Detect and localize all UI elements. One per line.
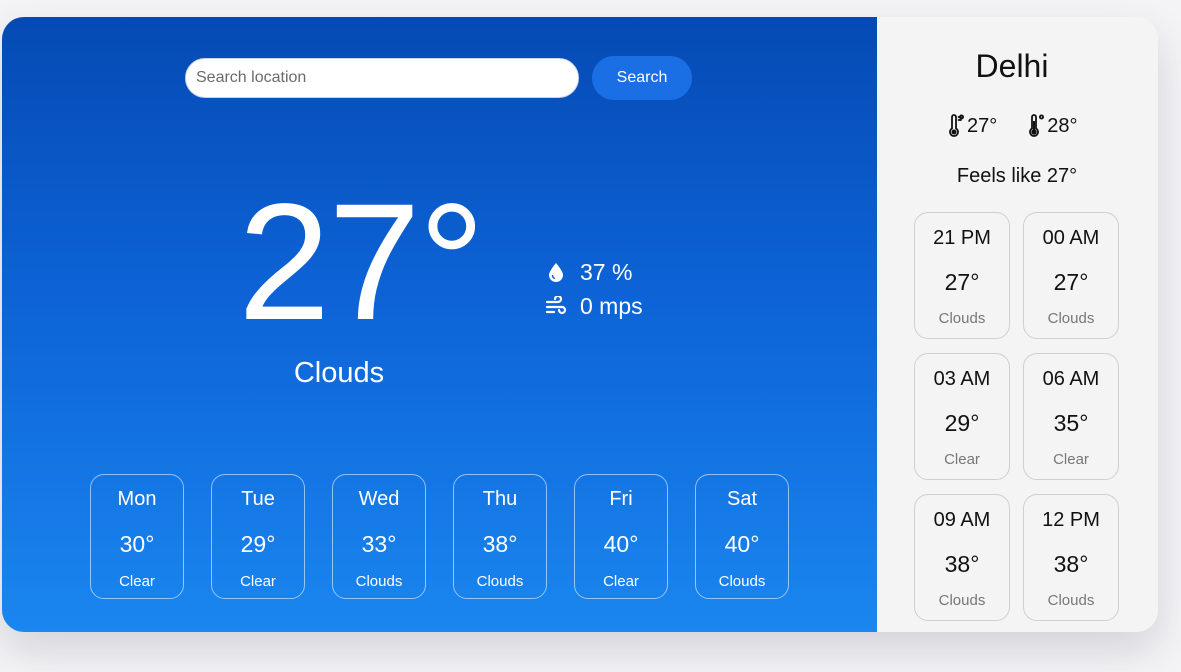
day-card: Sat 40° Clouds xyxy=(695,474,789,599)
hour-time: 03 AM xyxy=(933,368,991,390)
hourly-forecast: 21 PM 27° Clouds 00 AM 27° Clouds 03 AM … xyxy=(914,212,1119,621)
hour-card: 12 PM 38° Clouds xyxy=(1023,494,1119,621)
hour-time: 00 AM xyxy=(1042,227,1100,249)
max-temp: 28° xyxy=(1027,114,1078,138)
daily-forecast: Mon 30° Clear Tue 29° Clear Wed 33° Clou… xyxy=(90,474,789,599)
hour-condition: Clouds xyxy=(938,310,986,327)
wind-stat: 0 mps xyxy=(545,289,643,323)
day-condition: Clear xyxy=(119,573,155,590)
wind-icon xyxy=(545,295,567,317)
humidity-value: 37 % xyxy=(580,258,633,285)
hour-time: 21 PM xyxy=(933,227,991,249)
day-name: Tue xyxy=(241,488,275,510)
day-temp: 40° xyxy=(603,531,639,557)
day-temp: 40° xyxy=(724,531,760,557)
current-stats: 37 % 0 mps xyxy=(545,255,643,323)
sidebar-panel: Delhi 27° 28° Feels like 27° 21 PM 27° C… xyxy=(877,17,1158,632)
day-card: Wed 33° Clouds xyxy=(332,474,426,599)
day-condition: Clear xyxy=(240,573,276,590)
hour-condition: Clouds xyxy=(938,592,986,609)
hour-card: 21 PM 27° Clouds xyxy=(914,212,1010,339)
search-button[interactable]: Search xyxy=(592,56,692,100)
max-temp-value: 28° xyxy=(1047,114,1078,137)
hour-temp: 27° xyxy=(1053,269,1089,295)
hour-temp: 38° xyxy=(1053,551,1089,577)
day-temp: 38° xyxy=(482,531,518,557)
day-condition: Clouds xyxy=(476,573,524,590)
hour-card: 09 AM 38° Clouds xyxy=(914,494,1010,621)
day-temp: 33° xyxy=(361,531,397,557)
hour-temp: 29° xyxy=(944,410,980,436)
weather-card: Search 27° Clouds 37 % 0 mps Mon 30° xyxy=(2,17,1158,632)
search-bar: Search xyxy=(185,56,692,100)
min-temp-value: 27° xyxy=(967,114,998,137)
hour-condition: Clear xyxy=(944,451,980,468)
main-panel: Search 27° Clouds 37 % 0 mps Mon 30° xyxy=(2,17,877,632)
day-name: Fri xyxy=(609,488,633,510)
hour-temp: 38° xyxy=(944,551,980,577)
wind-value: 0 mps xyxy=(580,292,643,319)
water-drop-icon xyxy=(545,261,567,283)
day-card: Tue 29° Clear xyxy=(211,474,305,599)
day-condition: Clouds xyxy=(718,573,766,590)
day-name: Thu xyxy=(482,488,518,510)
day-card: Thu 38° Clouds xyxy=(453,474,547,599)
day-card: Mon 30° Clear xyxy=(90,474,184,599)
day-temp: 29° xyxy=(240,531,276,557)
min-max-temps: 27° 28° xyxy=(947,114,1108,138)
humidity-stat: 37 % xyxy=(545,255,643,289)
hour-time: 12 PM xyxy=(1042,509,1100,531)
day-temp: 30° xyxy=(119,531,155,557)
day-card: Fri 40° Clear xyxy=(574,474,668,599)
search-input[interactable] xyxy=(185,58,579,98)
hour-card: 00 AM 27° Clouds xyxy=(1023,212,1119,339)
thermometer-high-icon xyxy=(1027,114,1045,138)
day-name: Sat xyxy=(726,488,758,510)
hour-card: 03 AM 29° Clear xyxy=(914,353,1010,480)
current-condition: Clouds xyxy=(293,357,385,389)
day-name: Mon xyxy=(117,488,157,510)
hour-condition: Clouds xyxy=(1047,592,1095,609)
current-temperature: 27° xyxy=(238,170,485,355)
feels-like: Feels like 27° xyxy=(956,165,1078,187)
hour-condition: Clear xyxy=(1053,451,1089,468)
day-condition: Clear xyxy=(603,573,639,590)
day-name: Wed xyxy=(358,488,400,510)
hour-time: 06 AM xyxy=(1042,368,1100,390)
city-name: Delhi xyxy=(975,48,1049,84)
min-temp: 27° xyxy=(947,114,997,138)
thermometer-low-icon xyxy=(947,114,965,138)
hour-temp: 35° xyxy=(1053,410,1089,436)
hour-time: 09 AM xyxy=(933,509,991,531)
hour-condition: Clouds xyxy=(1047,310,1095,327)
day-condition: Clouds xyxy=(355,573,403,590)
hour-card: 06 AM 35° Clear xyxy=(1023,353,1119,480)
hour-temp: 27° xyxy=(944,269,980,295)
